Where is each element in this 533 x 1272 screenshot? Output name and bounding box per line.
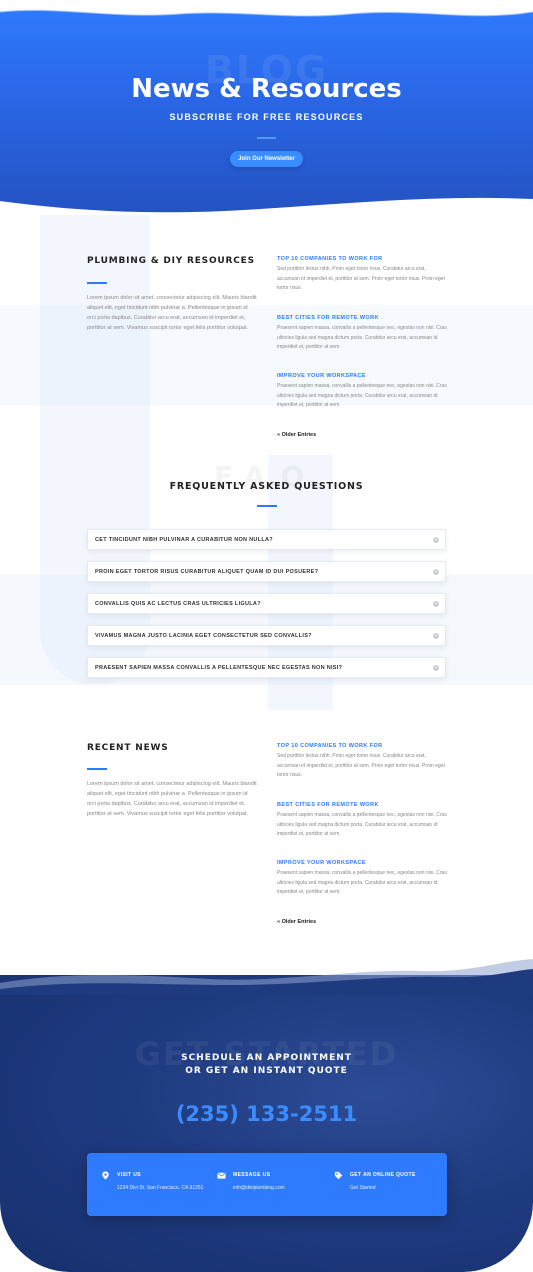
envelope-icon — [217, 1171, 226, 1180]
resources-title: PLUMBING & DIY RESOURCES — [87, 256, 255, 266]
post-title-link[interactable]: TOP 10 COMPANIES TO WORK FOR — [277, 743, 447, 749]
post-title-link[interactable]: BEST CITIES FOR REMOTE WORK — [277, 802, 447, 808]
resources-divider — [87, 282, 107, 284]
resource-post: IMPROVE YOUR WORKSPACE Praesent sapien m… — [277, 373, 447, 411]
hero-divider — [257, 137, 276, 139]
expand-icon[interactable]: + — [433, 569, 439, 575]
post-excerpt: Praesent sapien massa, convallis a pelle… — [277, 383, 447, 408]
faq-divider — [257, 505, 277, 507]
expand-icon[interactable]: + — [433, 633, 439, 639]
post-excerpt: Sed porttitor lectus nibh. Proin eget to… — [277, 266, 445, 291]
post-title-link[interactable]: IMPROVE YOUR WORKSPACE — [277, 860, 447, 866]
faq-toggle-item[interactable]: PRAESENT SAPIEN MASSA CONVALLIS A PELLEN… — [87, 657, 446, 678]
join-newsletter-button[interactable]: Join Our Newsletter — [230, 151, 303, 167]
news-title: RECENT NEWS — [87, 743, 169, 753]
post-excerpt: Sed porttitor lectus nibh. Proin eget to… — [277, 753, 445, 778]
contact-value: 1234 Divi St. San Francisco, CA 91251 — [117, 1185, 204, 1191]
hero-top-wave — [0, 0, 533, 17]
news-post: TOP 10 COMPANIES TO WORK FOR Sed porttit… — [277, 743, 447, 781]
contact-value: info@diviplumbing.com — [233, 1185, 285, 1191]
expand-icon[interactable]: + — [433, 601, 439, 607]
footer-heading: SCHEDULE AN APPOINTMENT OR GET AN INSTAN… — [0, 1052, 533, 1078]
faq-question: CET TINCIDUNT NIBH PULVINAR A CURABITUR … — [95, 537, 273, 543]
contact-value: Get Started — [350, 1185, 376, 1191]
footer-heading-line: SCHEDULE AN APPOINTMENT — [181, 1053, 352, 1063]
contact-label: VISIT US — [117, 1172, 142, 1178]
hero-section: BLOG News & Resources SUBSCRIBE FOR FREE… — [0, 0, 533, 215]
faq-toggle-item[interactable]: CET TINCIDUNT NIBH PULVINAR A CURABITUR … — [87, 529, 446, 550]
news-intro: Lorem ipsum dolor sit amet, consectetur … — [87, 781, 257, 817]
contact-bar: VISIT US 1234 Divi St. San Francisco, CA… — [87, 1153, 447, 1216]
post-excerpt: Praesent sapien massa, convallis a pelle… — [277, 870, 447, 895]
faq-title: FREQUENTLY ASKED QUESTIONS — [169, 481, 364, 492]
resource-post: TOP 10 COMPANIES TO WORK FOR Sed porttit… — [277, 256, 447, 294]
expand-icon[interactable]: + — [433, 537, 439, 543]
faq-toggle-item[interactable]: CONVALLIS QUIS AC LECTUS CRAS ULTRICIES … — [87, 593, 446, 614]
post-excerpt: Praesent sapien massa, convallis a pelle… — [277, 325, 447, 350]
hero-bottom-wave — [0, 197, 533, 215]
page-title: News & Resources — [131, 74, 402, 104]
page-subtitle: SUBSCRIBE FOR FREE RESOURCES — [169, 112, 364, 122]
map-pin-icon — [101, 1171, 110, 1180]
faq-toggle-item[interactable]: PROIN EGET TORTOR RISUS CURABITUR ALIQUE… — [87, 561, 446, 582]
contact-label: MESSAGE US — [233, 1172, 271, 1178]
post-title-link[interactable]: BEST CITIES FOR REMOTE WORK — [277, 315, 447, 321]
footer-heading-line: OR GET AN INSTANT QUOTE — [185, 1066, 348, 1076]
faq-toggle-item[interactable]: VIVAMUS MAGNA JUSTO LACINIA EGET CONSECT… — [87, 625, 446, 646]
post-title-link[interactable]: IMPROVE YOUR WORKSPACE — [277, 373, 447, 379]
post-excerpt: Praesent sapien massa, convallis a pelle… — [277, 812, 447, 837]
resources-intro: Lorem ipsum dolor sit amet, consectetur … — [87, 295, 257, 331]
tag-icon — [334, 1171, 343, 1180]
news-divider — [87, 768, 107, 770]
footer-top-wave — [0, 959, 533, 995]
faq-question: CONVALLIS QUIS AC LECTUS CRAS ULTRICIES … — [95, 601, 261, 607]
news-post: BEST CITIES FOR REMOTE WORK Praesent sap… — [277, 802, 447, 840]
resource-post: BEST CITIES FOR REMOTE WORK Praesent sap… — [277, 315, 447, 353]
faq-question: PROIN EGET TORTOR RISUS CURABITUR ALIQUE… — [95, 569, 319, 575]
news-post: IMPROVE YOUR WORKSPACE Praesent sapien m… — [277, 860, 447, 898]
cta-footer: GET STARTED SCHEDULE AN APPOINTMENT OR G… — [0, 955, 533, 1272]
expand-icon[interactable]: + — [433, 665, 439, 671]
phone-number-link[interactable]: (235) 133-2511 — [0, 1102, 533, 1126]
post-title-link[interactable]: TOP 10 COMPANIES TO WORK FOR — [277, 256, 447, 262]
faq-question: VIVAMUS MAGNA JUSTO LACINIA EGET CONSECT… — [95, 633, 312, 639]
older-entries-link[interactable]: « Older Entries — [277, 432, 316, 438]
older-entries-link[interactable]: « Older Entries — [277, 919, 316, 925]
faq-question: PRAESENT SAPIEN MASSA CONVALLIS A PELLEN… — [95, 665, 343, 671]
contact-label: GET AN ONLINE QUOTE — [350, 1172, 416, 1178]
